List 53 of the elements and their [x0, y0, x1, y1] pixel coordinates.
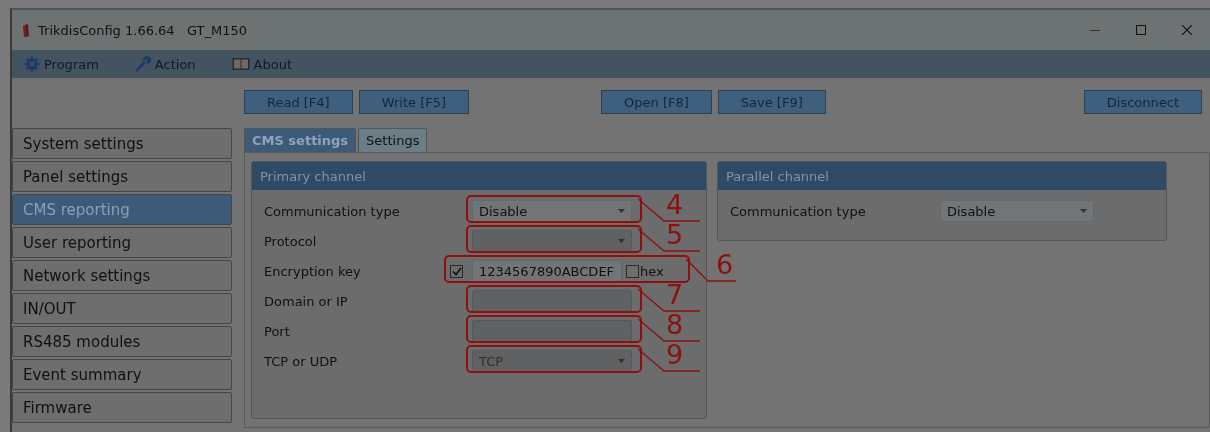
dropdown-arrow-icon — [618, 359, 625, 363]
tab[interactable]: Settings — [358, 128, 428, 152]
sidebar-item[interactable]: Network settings — [12, 260, 232, 291]
sidebar-item[interactable]: IN/OUT — [12, 293, 232, 324]
sidebar-item[interactable]: Event summary — [12, 359, 232, 390]
close-icon — [1182, 25, 1192, 35]
maximize-icon — [1136, 25, 1146, 35]
window-title: TrikdisConfig 1.66.64 GT_M150 — [38, 22, 248, 38]
tab[interactable]: CMS settings — [244, 128, 357, 152]
field-label: Encryption key — [264, 263, 362, 279]
wrench-icon — [134, 56, 151, 72]
sidebar-item[interactable]: RS485 modules — [12, 326, 232, 357]
field-label: Domain or IP — [264, 293, 349, 309]
input-field[interactable]: 1234567890ABCDEF — [472, 260, 622, 282]
menu-item[interactable]: Program — [24, 56, 99, 72]
callout-number: 8 — [666, 311, 684, 338]
minimize-icon — [1090, 29, 1100, 31]
book-icon — [231, 57, 250, 71]
sidebar-item[interactable]: Panel settings — [12, 161, 232, 192]
menu-item[interactable]: About — [231, 56, 292, 72]
checkmark-icon — [451, 266, 462, 276]
panel-header: Parallel channel — [718, 162, 1166, 190]
checkbox-label: hex — [640, 263, 664, 279]
sidebar-item[interactable]: CMS reporting — [12, 194, 232, 225]
toolbar-button[interactable]: Disconnect — [1083, 90, 1202, 114]
field-label: Communication type — [264, 203, 401, 219]
toolbar-button[interactable]: Read [F4] — [244, 90, 353, 114]
dropdown[interactable]: Disable — [472, 200, 632, 222]
dropdown-arrow-icon — [1080, 209, 1087, 213]
toolbar-button[interactable]: Write [F5] — [358, 90, 470, 114]
dropdown-arrow-icon — [618, 239, 625, 243]
callout-number: 5 — [666, 221, 684, 248]
toolbar-button[interactable]: Save [F9] — [717, 90, 826, 114]
dropdown[interactable]: Disable — [940, 200, 1094, 222]
gear-icon — [24, 56, 40, 72]
callout-number: 9 — [666, 341, 684, 368]
field-label: Protocol — [264, 233, 318, 249]
toolbar-button[interactable]: Open [F8] — [601, 90, 712, 114]
sidebar-item[interactable]: User reporting — [12, 227, 232, 258]
field-label: Port — [264, 323, 291, 339]
field-label: Communication type — [730, 203, 867, 219]
field-label: TCP or UDP — [264, 353, 339, 369]
menu-item[interactable]: Action — [134, 56, 196, 72]
checkbox[interactable] — [450, 264, 463, 278]
panel-header: Primary channel — [252, 162, 706, 190]
sidebar-item[interactable]: System settings — [12, 128, 232, 159]
callout-number: 6 — [716, 251, 734, 278]
callout-number: 4 — [666, 191, 684, 218]
app-icon — [22, 23, 30, 37]
callout-number: 7 — [666, 281, 684, 308]
dropdown-arrow-icon — [618, 209, 625, 213]
checkbox[interactable] — [626, 264, 639, 278]
sidebar-item[interactable]: Firmware — [12, 392, 232, 423]
